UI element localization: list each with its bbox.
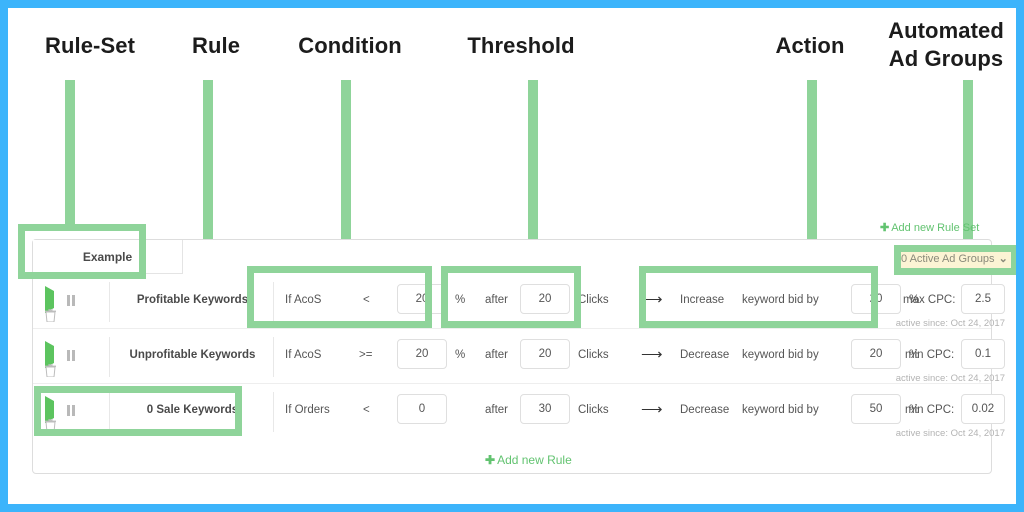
trash-icon[interactable] (45, 418, 56, 437)
action-object[interactable]: keyword bid by (742, 294, 819, 306)
active-ad-groups-label: 0 Active Ad Groups (901, 253, 995, 265)
plus-icon: ✚ (485, 453, 496, 467)
row-controls (45, 286, 105, 323)
condition-prefix: If AcoS (285, 294, 322, 306)
action-object[interactable]: keyword bid by (742, 404, 819, 416)
action-object[interactable]: keyword bid by (742, 349, 819, 361)
cpc-value-input[interactable]: 0.02 (961, 394, 1005, 424)
threshold-prefix: after (485, 349, 509, 361)
condition-prefix: If Orders (285, 404, 330, 416)
cpc-label: min CPC: (905, 404, 955, 416)
condition-operator[interactable]: >= (359, 349, 372, 361)
condition-value-input[interactable]: 20 (397, 339, 447, 369)
threshold-value-input[interactable]: 20 (520, 284, 570, 314)
action-verb[interactable]: Decrease (680, 404, 729, 416)
play-icon[interactable] (45, 396, 54, 423)
chevron-down-icon: ⌄ (998, 253, 1008, 265)
cpc-value-input[interactable]: 2.5 (961, 284, 1005, 314)
arrow-icon: ⟶ (641, 291, 663, 308)
row-controls (45, 341, 105, 378)
row-divider (273, 282, 274, 322)
cpc-label: max CPC: (903, 294, 956, 306)
row-divider (109, 337, 110, 377)
active-ad-groups-dropdown[interactable]: 0 Active Ad Groups ⌄ (894, 248, 1014, 271)
condition-prefix: If AcoS (285, 349, 322, 361)
active-since-text: active since: Oct 24, 2017 (895, 428, 1005, 439)
table-row: 0 Sale Keywords If Orders < 0 after 30 C… (33, 384, 1005, 439)
threshold-unit: Clicks (578, 349, 609, 361)
trash-icon[interactable] (45, 308, 56, 327)
threshold-unit: Clicks (578, 404, 609, 416)
action-verb[interactable]: Increase (680, 294, 724, 306)
row-divider (273, 392, 274, 432)
condition-value-input[interactable]: 0 (397, 394, 447, 424)
rules-panel: Example Profitable Keywords If AcoS < 20… (32, 239, 1005, 474)
row-controls (45, 396, 105, 433)
rule-name: 0 Sale Keywords (146, 404, 239, 416)
play-icon[interactable] (45, 286, 54, 313)
add-new-ruleset-label: Add new Rule Set (891, 222, 980, 234)
threshold-value-input[interactable]: 30 (520, 394, 570, 424)
condition-operator[interactable]: < (363, 294, 370, 306)
add-new-rule-button[interactable]: ✚ Add new Rule (485, 453, 572, 467)
rule-name: Unprofitable Keywords (129, 349, 256, 361)
play-icon[interactable] (45, 341, 54, 368)
add-new-ruleset-button[interactable]: ✚ Add new Rule Set (880, 221, 979, 234)
plus-icon: ✚ (880, 222, 890, 234)
row-divider (273, 337, 274, 377)
condition-unit: % (455, 294, 466, 306)
arrow-icon: ⟶ (641, 401, 663, 418)
annotation-label-condition: Condition (298, 33, 402, 58)
action-value-input[interactable]: 20 (851, 284, 901, 314)
table-row: Profitable Keywords If AcoS < 20 % after… (33, 274, 1005, 329)
table-row: Unprofitable Keywords If AcoS >= 20 % af… (33, 329, 1005, 384)
pause-icon[interactable] (67, 349, 76, 361)
add-new-rule-label: Add new Rule (497, 453, 572, 467)
row-divider (109, 282, 110, 322)
screenshot-frame: Rule-Set Rule Condition Threshold Action… (0, 0, 1024, 512)
row-divider (109, 392, 110, 432)
annotation-label-action: Action (775, 33, 845, 58)
ruleset-tab-example[interactable]: Example (33, 240, 183, 274)
action-value-input[interactable]: 20 (851, 339, 901, 369)
page-canvas: Rule-Set Rule Condition Threshold Action… (8, 8, 1016, 504)
trash-icon[interactable] (45, 363, 56, 382)
pause-icon[interactable] (67, 404, 76, 416)
condition-unit: % (455, 349, 466, 361)
cpc-label: min CPC: (905, 349, 955, 361)
threshold-unit: Clicks (578, 294, 609, 306)
threshold-prefix: after (485, 404, 509, 416)
threshold-value-input[interactable]: 20 (520, 339, 570, 369)
threshold-prefix: after (485, 294, 509, 306)
action-verb[interactable]: Decrease (680, 349, 729, 361)
annotation-label-automated-ad-groups: Automated Ad Groups (888, 18, 1004, 71)
active-since-text: active since: Oct 24, 2017 (895, 318, 1005, 329)
pause-icon[interactable] (67, 294, 76, 306)
condition-value-input[interactable]: 20 (397, 284, 447, 314)
annotation-bar-rule-set (65, 80, 75, 225)
action-value-input[interactable]: 50 (851, 394, 901, 424)
condition-operator[interactable]: < (363, 404, 370, 416)
annotation-label-threshold: Threshold (467, 33, 575, 58)
rule-name: Profitable Keywords (136, 294, 249, 306)
active-since-text: active since: Oct 24, 2017 (895, 373, 1005, 384)
arrow-icon: ⟶ (641, 346, 663, 363)
cpc-value-input[interactable]: 0.1 (961, 339, 1005, 369)
